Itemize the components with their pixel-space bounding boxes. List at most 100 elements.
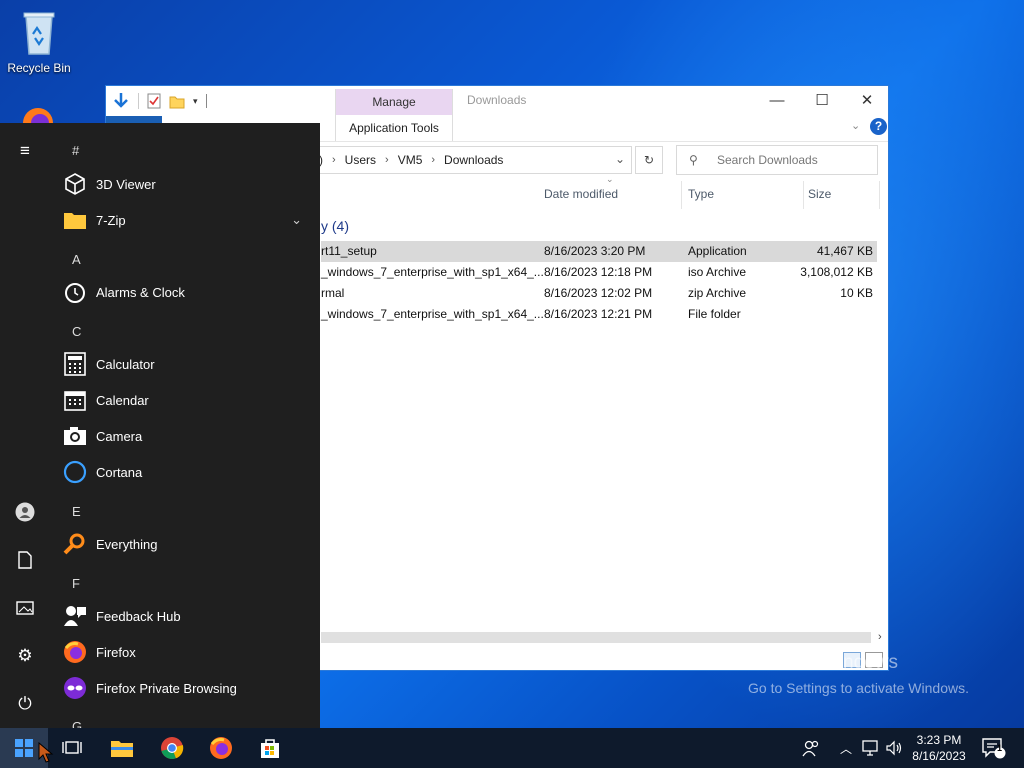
minimize-button[interactable]: — xyxy=(754,86,800,114)
breadcrumb-chevron-icon[interactable]: › xyxy=(431,154,435,166)
calculator-icon xyxy=(62,351,88,377)
mouse-cursor-icon xyxy=(38,742,54,763)
taskbar-firefox[interactable] xyxy=(197,728,245,768)
clock-time: 3:23 PM xyxy=(916,733,962,747)
app-label: Alarms & Clock xyxy=(96,284,185,300)
file-row[interactable]: _windows_7_enterprise_with_sp1_x64_... 8… xyxy=(321,304,877,325)
file-name: _windows_7_enterprise_with_sp1_x64_... xyxy=(321,265,544,279)
notification-icon xyxy=(982,738,1006,759)
maximize-button[interactable]: ☐ xyxy=(799,86,845,114)
column-divider[interactable] xyxy=(803,181,804,209)
window-title: Downloads xyxy=(467,93,527,107)
app-7-zip[interactable]: 7-Zip ⌄ xyxy=(62,202,302,238)
documents-icon[interactable] xyxy=(13,548,37,572)
group-header[interactable]: y (4) xyxy=(321,218,349,234)
breadcrumb-item[interactable]: Downloads xyxy=(444,153,503,167)
people-icon[interactable] xyxy=(802,728,820,768)
recycle-bin-shortcut[interactable]: Recycle Bin xyxy=(4,8,74,75)
breadcrumb-chevron-icon[interactable]: › xyxy=(332,154,336,166)
address-dropdown-icon[interactable]: ⌄ xyxy=(615,152,625,166)
watermark-subtitle: Go to Settings to activate Windows. xyxy=(748,680,969,696)
column-header-size[interactable]: Size xyxy=(808,187,831,201)
file-row[interactable]: rmal 8/16/2023 12:02 PM zip Archive 10 K… xyxy=(321,283,877,304)
properties-icon[interactable] xyxy=(147,93,161,109)
file-row[interactable]: rt11_setup 8/16/2023 3:20 PM Application… xyxy=(321,241,877,262)
section-header-a[interactable]: A xyxy=(72,252,81,267)
download-arrow-icon[interactable] xyxy=(112,92,130,110)
breadcrumb-item[interactable]: VM5 xyxy=(398,153,423,167)
file-size: 10 KB xyxy=(840,286,873,300)
calendar-icon xyxy=(62,387,88,413)
search-input[interactable]: ⚲ Search Downloads xyxy=(676,145,878,175)
scroll-right-icon[interactable]: › xyxy=(878,631,882,643)
application-tools-label: Application Tools xyxy=(349,121,439,135)
taskbar-chrome[interactable] xyxy=(148,728,196,768)
taskbar-clock[interactable]: 3:23 PM 8/16/2023 xyxy=(902,732,976,764)
desktop-shortcut-partial[interactable] xyxy=(18,104,58,138)
section-header-g[interactable]: G xyxy=(72,719,82,728)
network-icon[interactable] xyxy=(862,728,880,768)
file-row[interactable]: _windows_7_enterprise_with_sp1_x64_... 8… xyxy=(321,262,877,283)
close-button[interactable]: ✕ xyxy=(844,86,890,114)
expand-ribbon-icon[interactable]: ⌄ xyxy=(851,119,860,132)
search-placeholder: Search Downloads xyxy=(717,153,818,167)
app-alarms-clock[interactable]: Alarms & Clock xyxy=(62,274,185,310)
chrome-icon xyxy=(161,737,184,760)
start-rail: ≡ ⚙ ⏻ xyxy=(0,123,50,728)
column-header-date[interactable]: Date modified xyxy=(544,187,618,201)
section-header-e[interactable]: E xyxy=(72,504,81,519)
breadcrumb-chevron-icon[interactable]: › xyxy=(385,154,389,166)
new-folder-icon[interactable] xyxy=(169,94,185,109)
section-header-f[interactable]: F xyxy=(72,576,80,591)
app-label: Feedback Hub xyxy=(96,608,181,624)
refresh-button[interactable]: ↻ xyxy=(635,146,663,174)
app-everything[interactable]: Everything xyxy=(62,526,157,562)
action-center-button[interactable]: 1 xyxy=(982,728,1006,768)
hamburger-menu-icon[interactable]: ≡ xyxy=(13,139,37,163)
column-divider[interactable] xyxy=(681,181,682,209)
file-explorer-icon xyxy=(111,741,133,757)
breadcrumb-item[interactable]: Users xyxy=(345,153,376,167)
toolbar-divider xyxy=(138,93,139,109)
column-divider[interactable] xyxy=(879,181,880,209)
power-icon[interactable]: ⏻ xyxy=(13,692,37,716)
taskbar-store[interactable] xyxy=(246,728,294,768)
taskbar-file-explorer[interactable] xyxy=(98,728,146,768)
app-camera[interactable]: Camera xyxy=(62,418,142,454)
app-feedback-hub[interactable]: Feedback Hub xyxy=(62,598,181,634)
file-date: 8/16/2023 12:02 PM xyxy=(544,286,653,300)
section-header-c[interactable]: C xyxy=(72,324,81,339)
firefox-private-icon xyxy=(62,675,88,701)
search-icon: ⚲ xyxy=(689,153,698,167)
user-account-icon[interactable] xyxy=(13,500,37,524)
section-header-hash[interactable]: # xyxy=(72,143,79,158)
app-calculator[interactable]: Calculator xyxy=(62,346,155,382)
show-hidden-icons-icon[interactable]: ︿ xyxy=(840,728,852,768)
firefox-icon xyxy=(210,737,232,759)
windows-logo-icon xyxy=(15,739,33,757)
app-label: Cortana xyxy=(96,464,143,480)
file-date: 8/16/2023 12:18 PM xyxy=(544,265,653,279)
help-icon[interactable]: ? xyxy=(870,118,887,135)
app-cortana[interactable]: Cortana xyxy=(62,454,142,490)
app-label: Firefox xyxy=(96,644,136,660)
app-label: Camera xyxy=(96,428,143,444)
settings-gear-icon[interactable]: ⚙ xyxy=(13,644,37,668)
expand-chevron-icon[interactable]: ⌄ xyxy=(291,212,302,228)
horizontal-scrollbar[interactable] xyxy=(321,632,871,643)
column-header-type[interactable]: Type xyxy=(688,187,714,201)
pictures-icon[interactable] xyxy=(13,596,37,620)
file-type: Application xyxy=(688,244,747,258)
app-calendar[interactable]: Calendar xyxy=(62,382,149,418)
file-size: 41,467 KB xyxy=(816,244,873,258)
volume-icon[interactable] xyxy=(885,728,903,768)
app-firefox[interactable]: Firefox xyxy=(62,634,136,670)
application-tools-tab[interactable]: Manage Application Tools xyxy=(335,89,453,141)
app-3d-viewer[interactable]: 3D Viewer xyxy=(62,166,156,202)
clock-date: 8/16/2023 xyxy=(912,749,966,763)
app-firefox-private[interactable]: Firefox Private Browsing xyxy=(62,670,237,706)
quick-access-toolbar: ▾ xyxy=(106,86,207,116)
file-date: 8/16/2023 3:20 PM xyxy=(544,244,646,258)
customize-toolbar-icon[interactable]: ▾ xyxy=(193,96,198,107)
folder-icon xyxy=(62,207,88,233)
